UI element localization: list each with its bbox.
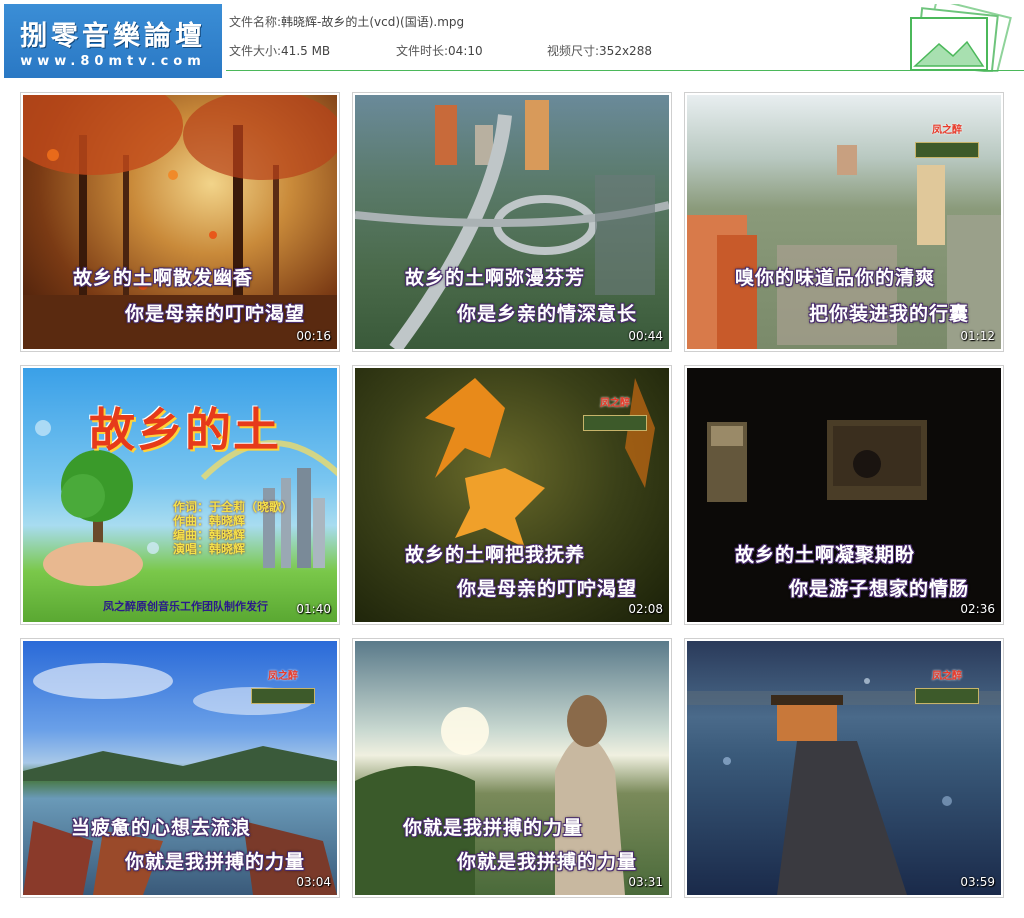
file-size-label: 文件大小: — [229, 44, 282, 58]
lyric-line-1: 故乡的土啊凝聚期盼 — [735, 544, 916, 566]
timestamp: 03:31 — [628, 875, 663, 889]
studio-logo-text: 凤之醉 — [932, 125, 962, 136]
song-title: 故乡的土 — [89, 403, 281, 457]
studio-logo: 凤之醉 — [583, 394, 647, 431]
duration-row: 文件时长:04:10 — [396, 42, 483, 59]
studio-logo-text: 凤之醉 — [600, 398, 630, 409]
studio-logo: 凤之醉 — [251, 667, 315, 704]
timestamp: 03:04 — [296, 875, 331, 889]
timestamp: 01:12 — [960, 329, 995, 343]
header-divider — [226, 70, 1024, 71]
dimensions-value: 352x288 — [599, 44, 652, 58]
credit-lyricist: 作词：于全莉（晓歌） — [173, 500, 294, 514]
lyric-line-2: 你是母亲的叮咛渴望 — [125, 303, 306, 325]
timestamp: 03:59 — [960, 875, 995, 889]
lyric-line-2: 把你装进我的行囊 — [809, 303, 970, 325]
lyric-line-1: 故乡的土啊把我抚养 — [405, 544, 586, 566]
header: 捌零音樂論壇 www.80mtv.com 文件名称:韩晓辉-故乡的土(vcd)(… — [0, 0, 1024, 78]
lyric-line-2: 你是游子想家的情肠 — [789, 578, 970, 600]
timestamp: 02:08 — [628, 602, 663, 616]
duration-label: 文件时长: — [396, 44, 449, 58]
file-name-row: 文件名称:韩晓辉-故乡的土(vcd)(国语).mpg — [229, 13, 464, 30]
production-credit: 凤之醉原创音乐工作团队制作发行 — [103, 600, 268, 613]
credit-arranger: 编曲：韩晓辉 — [173, 528, 246, 542]
thumbnail-8[interactable]: 你就是我拼搏的力量 你就是我拼搏的力量 03:31 — [352, 638, 672, 898]
file-size-value: 41.5 MB — [281, 44, 331, 58]
file-name-value: 韩晓辉-故乡的土(vcd)(国语).mpg — [281, 15, 465, 29]
lyric-line-1: 故乡的土啊弥漫芬芳 — [405, 267, 586, 289]
timestamp: 00:44 — [628, 329, 663, 343]
thumbnail-4[interactable]: 故乡的土 作词：于全莉（晓歌） 作曲：韩晓辉 编曲：韩晓辉 演唱：韩晓辉 凤之醉… — [20, 365, 340, 625]
thumbnail-5[interactable]: 凤之醉 故乡的土啊把我抚养 你是母亲的叮咛渴望 02:08 — [352, 365, 672, 625]
file-size-row: 文件大小:41.5 MB — [229, 42, 330, 59]
credits-list: 作词：于全莉（晓歌） 作曲：韩晓辉 编曲：韩晓辉 演唱：韩晓辉 — [173, 500, 293, 556]
thumbnail-3[interactable]: 凤之醉 嗅你的味道品你的清爽 把你装进我的行囊 01:12 — [684, 92, 1004, 352]
studio-logo-text: 凤之醉 — [268, 671, 298, 682]
studio-logo: 凤之醉 — [915, 667, 979, 704]
studio-logo-text: 凤之醉 — [932, 671, 962, 682]
thumbnail-9[interactable]: 凤之醉 03:59 — [684, 638, 1004, 898]
thumbnail-6[interactable]: 故乡的土啊凝聚期盼 你是游子想家的情肠 02:36 — [684, 365, 1004, 625]
timestamp: 02:36 — [960, 602, 995, 616]
dimensions-row: 视频尺寸:352x288 — [547, 42, 652, 59]
lyric-line-1: 你就是我拼搏的力量 — [403, 817, 584, 839]
title-card-image: 故乡的土 作词：于全莉（晓歌） 作曲：韩晓辉 编曲：韩晓辉 演唱：韩晓辉 凤之醉… — [23, 368, 337, 622]
thumbnail-7[interactable]: 凤之醉 当疲惫的心想去流浪 你就是我拼搏的力量 03:04 — [20, 638, 340, 898]
timestamp: 00:16 — [296, 329, 331, 343]
studio-logo: 凤之醉 — [915, 121, 979, 158]
thumbnail-2[interactable]: 故乡的土啊弥漫芬芳 你是乡亲的情深意长 00:44 — [352, 92, 672, 352]
logo-url: www.80mtv.com — [20, 54, 206, 69]
dimensions-label: 视频尺寸: — [547, 44, 600, 58]
logo-title: 捌零音樂論壇 — [20, 21, 206, 52]
lyric-line-2: 你就是我拼搏的力量 — [125, 851, 306, 873]
file-name-label: 文件名称: — [229, 15, 282, 29]
lyric-line-2: 你是乡亲的情深意长 — [457, 303, 638, 325]
site-logo[interactable]: 捌零音樂論壇 www.80mtv.com — [4, 4, 222, 78]
lyric-line-1: 嗅你的味道品你的清爽 — [735, 267, 936, 289]
thumbnail-grid: 故乡的土啊散发幽香 你是母亲的叮咛渴望 00:16 故乡的土啊弥漫芬芳 你是乡亲… — [20, 92, 1004, 898]
credit-composer: 作曲：韩晓辉 — [173, 514, 246, 528]
lyric-line-2: 你就是我拼搏的力量 — [457, 851, 638, 873]
duration-value: 04:10 — [448, 44, 483, 58]
lyric-line-1: 当疲惫的心想去流浪 — [71, 817, 252, 839]
credit-singer: 演唱：韩晓辉 — [173, 542, 246, 556]
lyric-line-2: 你是母亲的叮咛渴望 — [457, 578, 638, 600]
timestamp: 01:40 — [296, 602, 331, 616]
photo-stack-icon — [910, 4, 1012, 72]
thumbnail-1[interactable]: 故乡的土啊散发幽香 你是母亲的叮咛渴望 00:16 — [20, 92, 340, 352]
lyric-line-1: 故乡的土啊散发幽香 — [73, 267, 254, 289]
